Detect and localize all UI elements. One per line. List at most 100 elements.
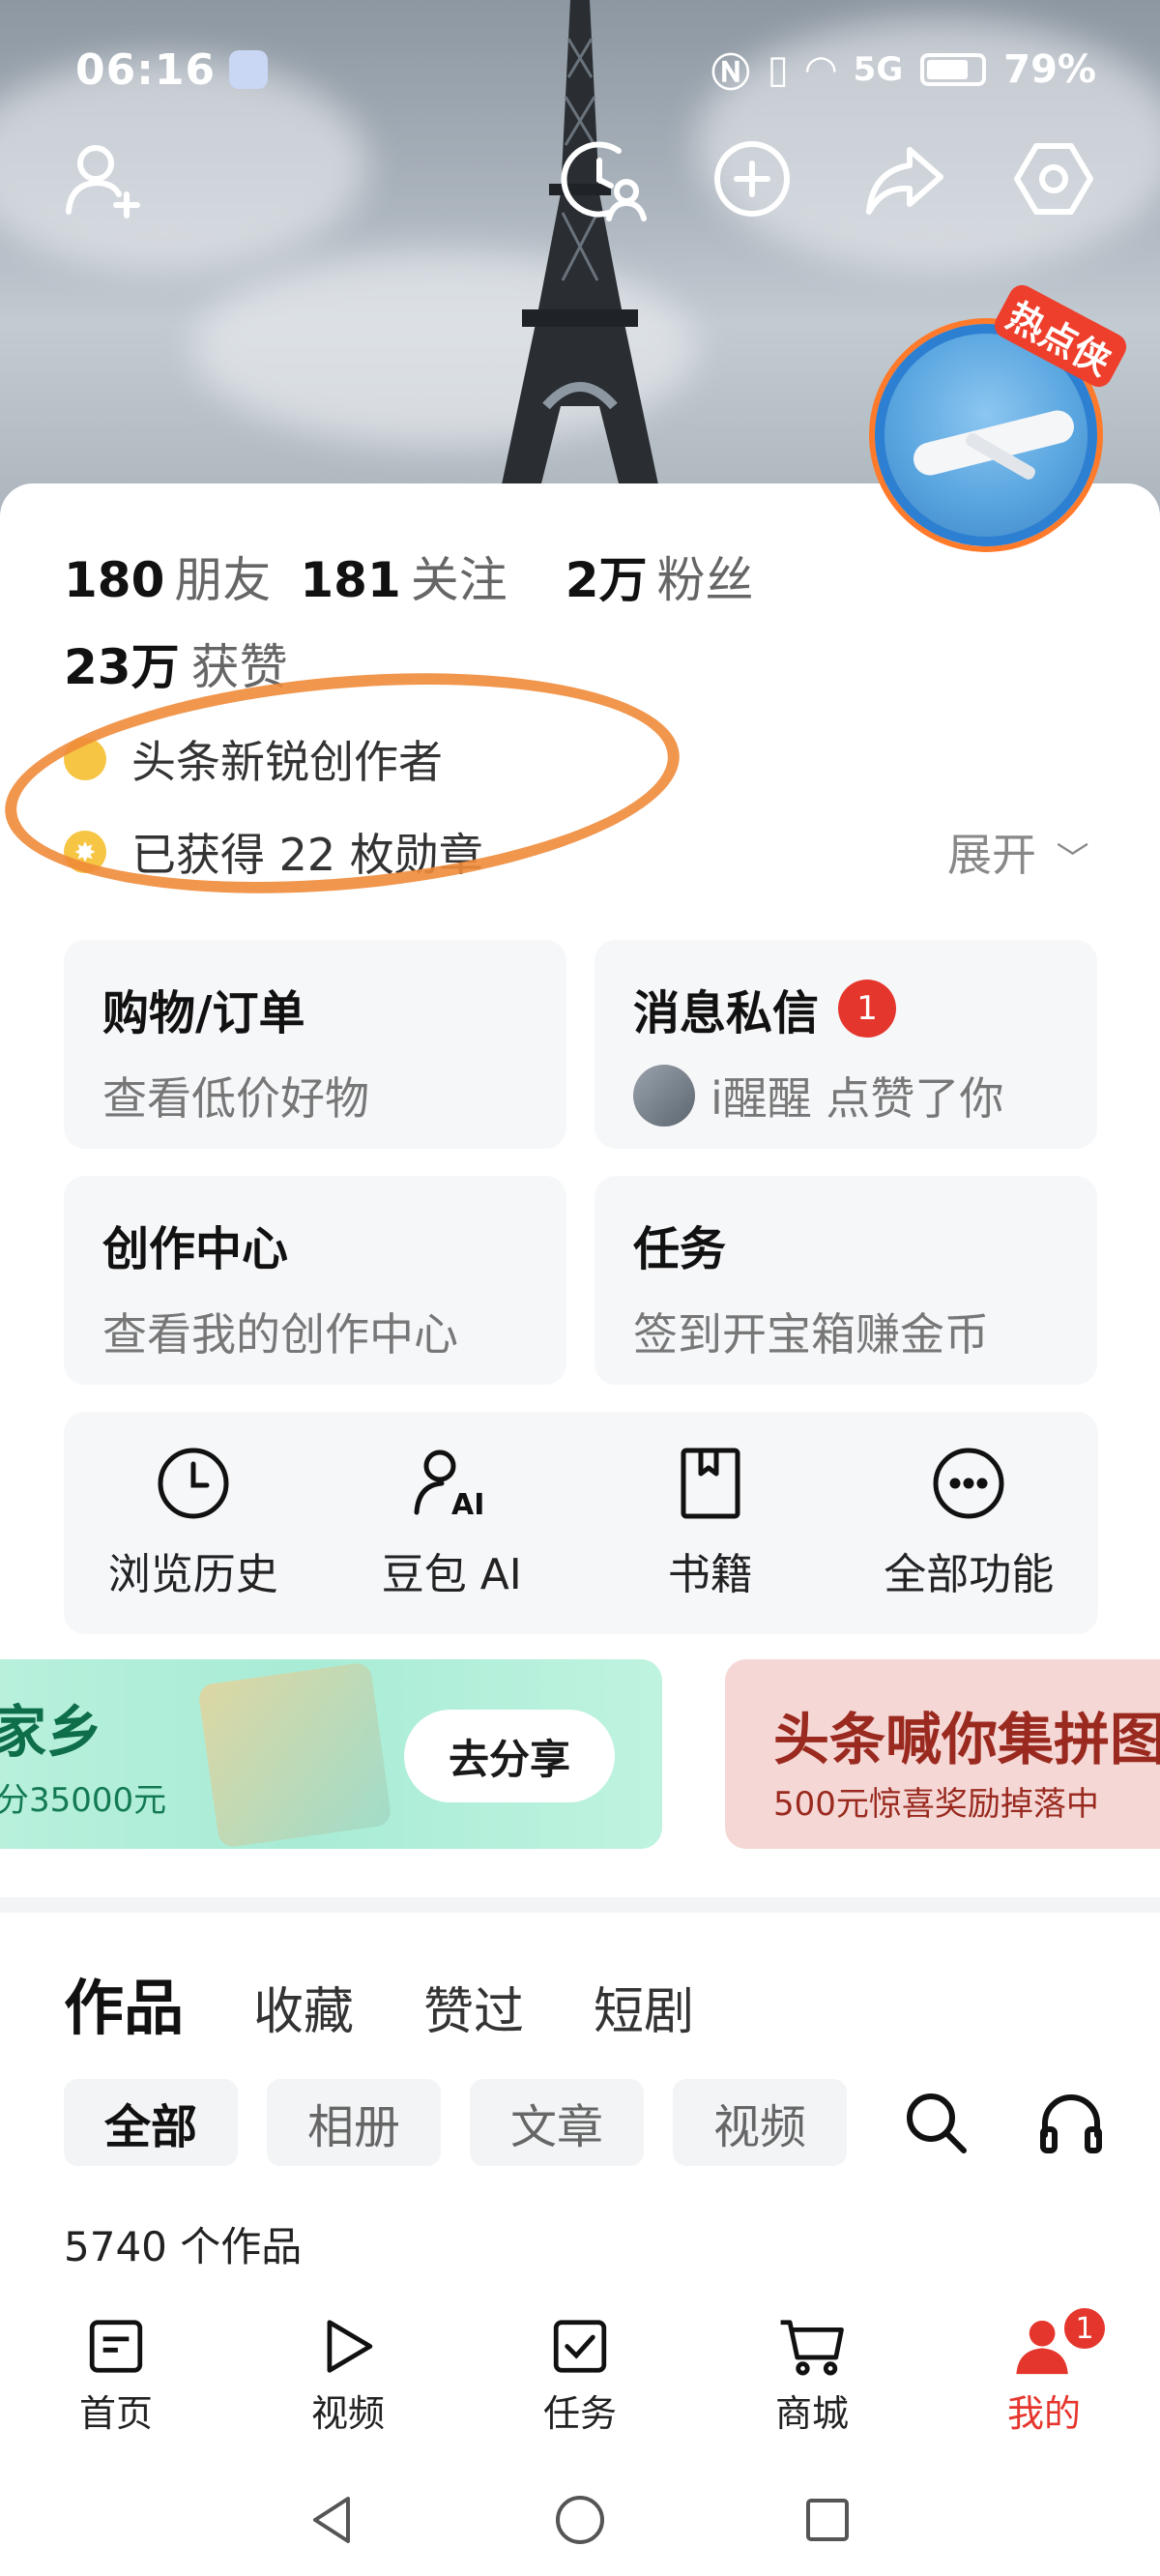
more-icon xyxy=(933,1448,1004,1519)
shortcut-all-functions[interactable]: 全部功能 xyxy=(840,1412,1099,1634)
ai-assistant-icon: AI xyxy=(414,1449,485,1522)
creation-center-tile[interactable]: 创作中心 查看我的创作中心 xyxy=(64,1176,566,1385)
status-bar: 06:16 Ⓝ ▯ ◠ 5G 79% xyxy=(75,41,1096,99)
tab-favorites[interactable]: 收藏 xyxy=(253,1971,354,2043)
nav-label: 我的 xyxy=(1006,2392,1081,2435)
airplane-image xyxy=(910,406,1078,480)
tile-title: 任务 xyxy=(633,1222,727,1276)
shopping-orders-tile[interactable]: 购物/订单 查看低价好物 xyxy=(64,940,566,1149)
sender-avatar xyxy=(633,1065,695,1127)
following-count: 181 xyxy=(300,552,401,608)
nav-label: 视频 xyxy=(310,2392,385,2435)
tile-title: 消息私信 xyxy=(633,986,820,1040)
nav-label: 首页 xyxy=(78,2392,153,2435)
chip-albums[interactable]: 相册 xyxy=(267,2079,441,2166)
home-circle-icon[interactable] xyxy=(553,2493,607,2547)
friends-count: 180 xyxy=(64,552,165,608)
chevron-down-icon: ﹀ xyxy=(1056,840,1089,879)
likes-count: 23万 xyxy=(64,639,180,695)
works-count: 5740 个作品 xyxy=(64,2223,303,2270)
nav-video[interactable]: 视频 xyxy=(232,2292,464,2437)
expand-label: 展开 xyxy=(947,829,1036,881)
battery-icon xyxy=(920,53,987,86)
system-navigation-bar xyxy=(0,2464,1160,2576)
shortcut-label: 浏览历史 xyxy=(107,1550,278,1599)
recent-apps-icon[interactable] xyxy=(800,2493,855,2547)
profile-top-actions xyxy=(0,135,1160,232)
clock-icon xyxy=(158,1448,229,1519)
content-tabs: 作品 收藏 赞过 短剧 xyxy=(64,1959,694,2046)
banner-title: 家乡 xyxy=(0,1699,103,1765)
battery-percent: 79% xyxy=(1003,47,1096,92)
tasks-tile[interactable]: 任务 签到开宝箱赚金币 xyxy=(594,1176,1097,1385)
expand-button[interactable]: 展开 ﹀ xyxy=(947,820,1089,884)
wifi-icon: ◠ xyxy=(805,47,836,92)
book-icon xyxy=(681,1448,740,1519)
settings-icon[interactable] xyxy=(1010,135,1097,222)
add-friend-icon[interactable] xyxy=(60,135,147,222)
banner-title: 头条喊你集拼图 xyxy=(773,1707,1160,1772)
home-icon xyxy=(89,2320,143,2373)
shortcut-label: 书籍 xyxy=(667,1550,753,1599)
shortcut-history[interactable]: 浏览历史 xyxy=(64,1412,323,1634)
tile-subtitle: 查看我的创作中心 xyxy=(102,1308,458,1361)
nav-label: 任务 xyxy=(542,2392,617,2435)
filter-chips: 全部 相册 文章 视频 xyxy=(64,2079,847,2166)
notification-app-icon xyxy=(229,50,269,89)
messages-tile[interactable]: 消息私信 1 i醒醒 点赞了你 xyxy=(594,940,1097,1149)
followers-stat[interactable]: 2万 粉丝 xyxy=(566,542,754,611)
chip-articles[interactable]: 文章 xyxy=(470,2079,644,2166)
share-button[interactable]: 去分享 xyxy=(404,1710,615,1802)
banner-illustration xyxy=(197,1661,392,1849)
cart-icon xyxy=(780,2320,844,2376)
chip-videos[interactable]: 视频 xyxy=(673,2079,847,2166)
friends-label: 朋友 xyxy=(174,552,272,608)
tile-subtitle: 查看低价好物 xyxy=(102,1072,369,1125)
banner-subtitle: 分35000元 xyxy=(0,1781,167,1820)
chip-all[interactable]: 全部 xyxy=(64,2079,238,2166)
tab-liked[interactable]: 赞过 xyxy=(423,1971,524,2043)
visitor-history-icon[interactable] xyxy=(561,135,648,222)
tab-works[interactable]: 作品 xyxy=(64,1959,184,2046)
shortcut-doubao-ai[interactable]: AI 豆包 AI xyxy=(323,1412,582,1634)
nav-unread-badge: 1 xyxy=(1061,2305,1108,2352)
shortcut-books[interactable]: 书籍 xyxy=(581,1412,840,1634)
tab-short-dramas[interactable]: 短剧 xyxy=(594,1971,694,2043)
section-divider xyxy=(0,1897,1160,1913)
back-icon[interactable] xyxy=(305,2493,360,2547)
svg-text:AI: AI xyxy=(451,1488,484,1522)
followers-count: 2万 xyxy=(565,552,648,608)
unread-badge: 1 xyxy=(838,980,897,1038)
tile-title: 购物/订单 xyxy=(102,986,305,1040)
followers-label: 粉丝 xyxy=(656,552,754,608)
add-content-icon[interactable] xyxy=(709,135,796,222)
shortcut-label: 豆包 AI xyxy=(381,1550,522,1599)
shortcut-grid: 浏览历史 AI 豆包 AI 书籍 全部功能 xyxy=(64,1412,1098,1634)
tile-subtitle: 签到开宝箱赚金币 xyxy=(633,1308,989,1361)
nav-mall[interactable]: 商城 xyxy=(696,2292,928,2437)
nfc-icon: Ⓝ xyxy=(710,51,750,96)
search-icon[interactable] xyxy=(897,2079,974,2166)
puzzle-event-banner[interactable]: 头条喊你集拼图 500元惊喜奖励掉落中 xyxy=(725,1659,1160,1849)
friends-stat[interactable]: 180 朋友 xyxy=(64,542,271,611)
profile-stats: 180 朋友 181 关注 2万 粉丝 xyxy=(64,542,754,611)
hometown-share-banner[interactable]: 家乡 分35000元 去分享 xyxy=(0,1659,662,1849)
nav-tasks[interactable]: 任务 xyxy=(464,2292,696,2437)
shortcut-label: 全部功能 xyxy=(884,1550,1055,1599)
play-icon xyxy=(327,2320,373,2373)
nav-label: 商城 xyxy=(774,2392,849,2435)
following-stat[interactable]: 181 关注 xyxy=(300,542,507,611)
task-icon xyxy=(553,2320,607,2373)
following-label: 关注 xyxy=(410,552,508,608)
tile-subtitle: i醒醒 点赞了你 xyxy=(710,1072,1004,1125)
nav-me[interactable]: 1 我的 xyxy=(928,2292,1160,2437)
tile-title: 创作中心 xyxy=(102,1222,289,1276)
bottom-navigation: 首页 视频 任务 商城 1 我的 xyxy=(0,2292,1160,2437)
nav-home[interactable]: 首页 xyxy=(0,2292,232,2437)
signal-icon: 5G xyxy=(853,50,904,89)
status-time: 06:16 xyxy=(75,44,217,95)
share-icon[interactable] xyxy=(860,135,947,222)
vibrate-icon: ▯ xyxy=(767,47,789,92)
headphones-icon[interactable] xyxy=(1032,2079,1110,2166)
banner-subtitle: 500元惊喜奖励掉落中 xyxy=(773,1785,1099,1824)
